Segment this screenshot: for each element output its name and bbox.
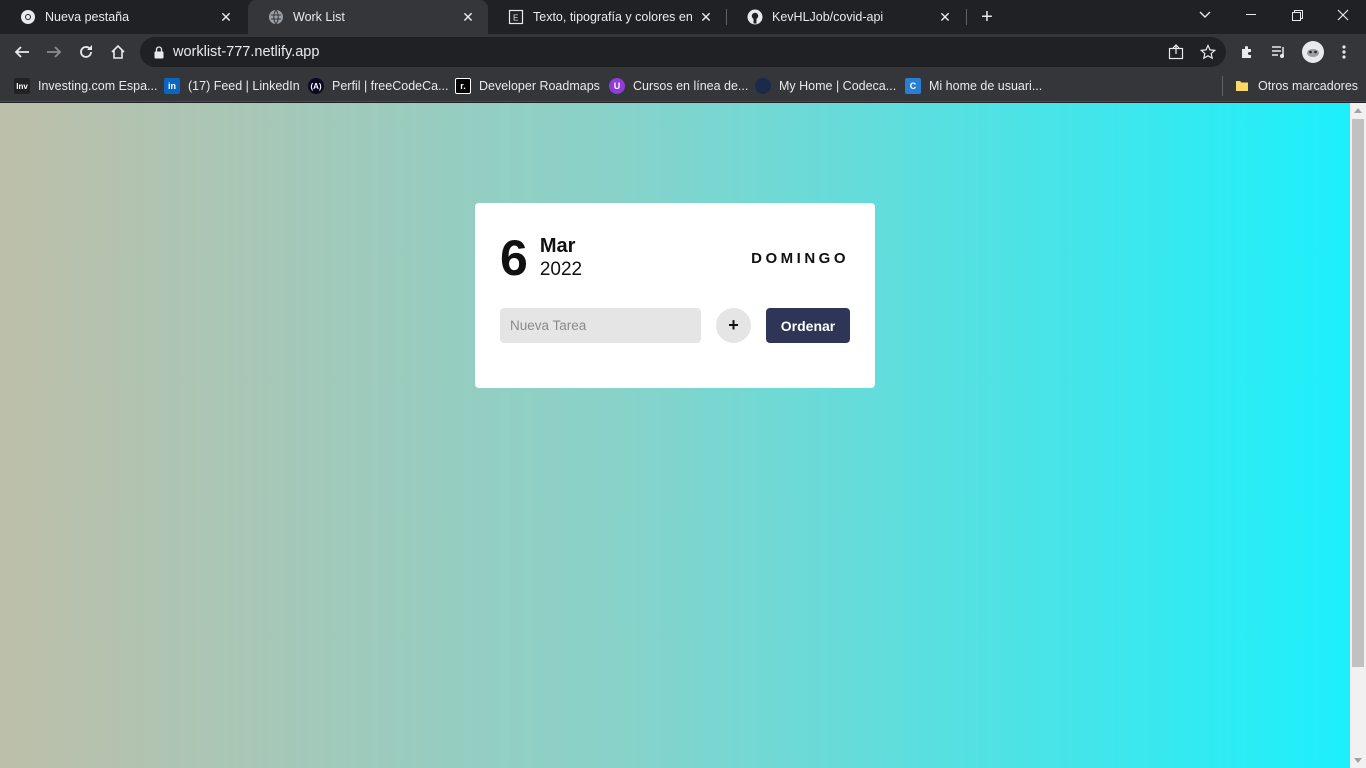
bookmark-label: Perfil | freeCodeCa... (332, 79, 449, 93)
bookmark-label: Developer Roadmaps (479, 79, 600, 93)
month-year: Mar 2022 (540, 234, 582, 282)
date-block: 6 Mar 2022 (500, 233, 582, 283)
close-icon[interactable]: ✕ (698, 9, 714, 25)
globe-icon (268, 9, 284, 25)
scrollbar-thumb[interactable] (1352, 119, 1364, 667)
scroll-down-icon[interactable] (1354, 758, 1362, 763)
forward-icon[interactable] (40, 38, 68, 66)
codecademy-icon (755, 78, 771, 94)
page-viewport: 6 Mar 2022 DOMINGO + Ordenar (0, 103, 1350, 768)
tab-title: KevHLJob/covid-api (772, 10, 884, 24)
home-icon[interactable] (104, 38, 132, 66)
tab-covid-api[interactable]: KevHLJob/covid-api ✕ (727, 0, 965, 34)
day-number: 6 (500, 230, 528, 286)
investing-icon: Inv (14, 78, 30, 94)
tab-title: Texto, tipografía y colores en Bootstrap (533, 10, 692, 24)
window-close-icon[interactable] (1320, 0, 1366, 30)
bookmark-codecademy[interactable]: My Home | Codeca... (755, 76, 896, 96)
close-icon[interactable]: ✕ (937, 9, 953, 25)
bookmark-investing[interactable]: Inv Investing.com Espa... (14, 76, 158, 96)
tab-separator (966, 9, 967, 25)
bookmark-label: Cursos en línea de... (633, 79, 749, 93)
bookmark-label: My Home | Codeca... (779, 79, 897, 93)
bookmark-roadmaps[interactable]: r. Developer Roadmaps (455, 76, 600, 96)
close-icon[interactable]: ✕ (460, 9, 476, 25)
month-label: Mar (539, 235, 576, 257)
bookmark-separator (1222, 76, 1223, 96)
github-icon (747, 9, 763, 25)
new-task-input[interactable] (500, 308, 701, 343)
bookmark-label: Otros marcadores (1258, 79, 1359, 93)
bookmark-other[interactable]: Otros marcadores (1234, 76, 1358, 96)
add-task-button[interactable]: + (716, 308, 751, 343)
worklist-card: 6 Mar 2022 DOMINGO + Ordenar (475, 203, 875, 388)
bookmark-label: (17) Feed | LinkedIn (188, 79, 300, 93)
tab-strip: Nueva pestaña ✕ Work List ✕ E Texto, tip… (0, 0, 1366, 34)
home-user-icon: C (905, 78, 921, 94)
page-scrollbar[interactable] (1350, 103, 1366, 768)
svg-text:E: E (513, 14, 518, 23)
udemy-icon: U (609, 78, 625, 94)
browser-toolbar: worklist-777.netlify.app (0, 34, 1366, 70)
tab-bootstrap[interactable]: E Texto, tipografía y colores en Bootstr… (488, 0, 726, 34)
tab-work-list[interactable]: Work List ✕ (248, 0, 488, 34)
freecodecamp-icon: (A) (308, 78, 324, 94)
bookmark-label: Investing.com Espa... (38, 79, 158, 93)
page-icon: E (508, 9, 524, 25)
star-icon[interactable] (1200, 44, 1216, 60)
tab-title: Work List (293, 10, 345, 24)
order-button[interactable]: Ordenar (766, 308, 850, 343)
lock-icon[interactable] (152, 45, 166, 59)
scroll-up-icon[interactable] (1354, 108, 1362, 113)
roadmap-icon: r. (455, 78, 471, 94)
bookmarks-bar: Inv Investing.com Espa... in (17) Feed |… (0, 70, 1366, 102)
bookmark-label: Mi home de usuari... (929, 79, 1043, 93)
tab-title: Nueva pestaña (45, 10, 130, 24)
chrome-icon (20, 9, 36, 25)
restore-icon[interactable] (1274, 0, 1320, 30)
bookmark-freecodecamp[interactable]: (A) Perfil | freeCodeCa... (308, 76, 449, 96)
avatar[interactable] (1301, 40, 1325, 64)
menu-icon[interactable] (1334, 42, 1354, 62)
new-tab-button[interactable]: + (976, 6, 998, 28)
folder-icon (1234, 78, 1250, 94)
media-control-icon[interactable] (1269, 42, 1289, 62)
close-icon[interactable]: ✕ (218, 9, 234, 25)
tab-search-icon[interactable] (1182, 0, 1228, 30)
bookmark-linkedin[interactable]: in (17) Feed | LinkedIn (164, 76, 300, 96)
bookmark-mi-home[interactable]: C Mi home de usuari... (905, 76, 1042, 96)
year-label: 2022 (539, 259, 583, 280)
back-icon[interactable] (8, 38, 36, 66)
url-text[interactable]: worklist-777.netlify.app (173, 44, 319, 60)
tab-nueva-pestana[interactable]: Nueva pestaña ✕ (0, 0, 246, 34)
extensions-icon[interactable] (1237, 42, 1257, 62)
weekday-label: DOMINGO (751, 250, 849, 267)
address-bar[interactable]: worklist-777.netlify.app (140, 37, 1226, 67)
minimize-icon[interactable] (1228, 0, 1274, 30)
reload-icon[interactable] (72, 38, 100, 66)
share-icon[interactable] (1168, 44, 1184, 60)
bookmark-udemy[interactable]: U Cursos en línea de... (609, 76, 748, 96)
linkedin-icon: in (164, 78, 180, 94)
